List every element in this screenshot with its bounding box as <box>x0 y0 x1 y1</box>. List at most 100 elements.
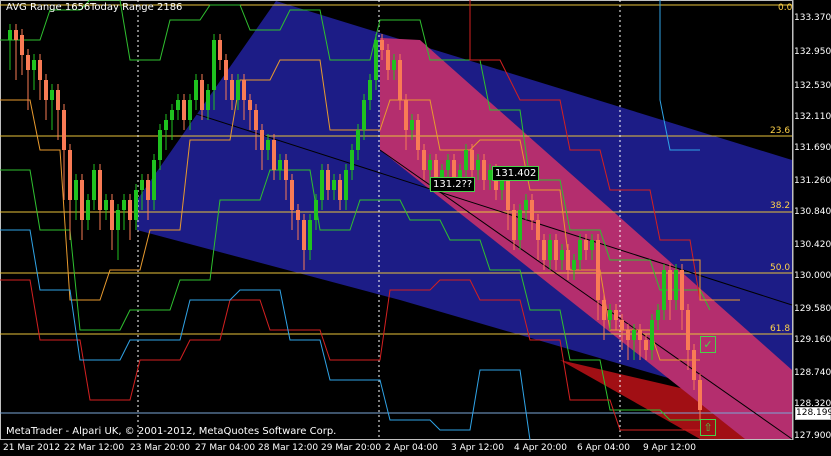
fibo-level-label: 0.0 <box>778 3 793 13</box>
price-axis-label: 133.370 <box>794 13 831 23</box>
price-axis-label: 129.580 <box>794 304 831 314</box>
candle-body <box>170 110 174 120</box>
candle-body <box>98 170 102 210</box>
price-axis-label: 131.260 <box>794 176 831 186</box>
candle-body <box>482 160 486 180</box>
chart-window[interactable]: AVG Range 1656 Today Range 2186 133.370 … <box>0 0 831 456</box>
candle-body <box>668 270 672 300</box>
candle-body <box>518 210 522 240</box>
price-chart-canvas[interactable] <box>0 0 831 456</box>
candle-body <box>38 60 42 80</box>
candle-body <box>308 220 312 250</box>
fibo-level-label: 50.0 <box>770 263 791 273</box>
candle-body <box>26 55 30 70</box>
candle-body <box>674 270 678 300</box>
candle-body <box>146 180 150 200</box>
candle-body <box>386 50 390 70</box>
time-axis-label: 22 Mar 12:00 <box>64 443 125 453</box>
candle-body <box>158 130 162 160</box>
candle-body <box>692 350 696 380</box>
candle-body <box>530 200 534 220</box>
candle-body <box>614 310 618 320</box>
candle-body <box>296 210 300 220</box>
candle-body <box>608 310 612 320</box>
candle-body <box>8 30 12 40</box>
candle-body <box>380 40 384 50</box>
candle-body <box>134 190 138 220</box>
price-axis-label: 130.420 <box>794 240 831 250</box>
candle-body <box>218 40 222 60</box>
candle-body <box>572 260 576 270</box>
candle-body <box>266 140 270 150</box>
candle-body <box>56 90 60 110</box>
price-axis-label: 132.530 <box>794 81 831 91</box>
candle-body <box>446 160 450 170</box>
check-icon[interactable]: ✓ <box>700 336 716 353</box>
price-axis-label: 128.740 <box>794 368 831 378</box>
candle-body <box>50 90 54 100</box>
time-axis-label: 2 Apr 04:00 <box>385 443 438 453</box>
candle-body <box>188 100 192 120</box>
candle-body <box>374 40 378 80</box>
candle-body <box>332 180 336 190</box>
price-label-box[interactable]: 131.2?? <box>430 177 476 192</box>
time-axis-label: 27 Mar 04:00 <box>195 443 256 453</box>
fibo-level-label: 38.2 <box>770 201 791 211</box>
candle-body <box>212 40 216 90</box>
candle-body <box>596 240 600 300</box>
candle-body <box>74 180 78 200</box>
time-axis-label: 29 Mar 20:00 <box>321 443 382 453</box>
candle-body <box>14 30 18 40</box>
candle-body <box>560 250 564 260</box>
candle-body <box>230 80 234 100</box>
candle-body <box>554 240 558 260</box>
candle-body <box>368 80 372 100</box>
candle-body <box>122 200 126 210</box>
price-axis-label: 131.690 <box>794 143 831 153</box>
candle-body <box>164 120 168 130</box>
candle-body <box>686 310 690 350</box>
candle-body <box>104 200 108 210</box>
candle-body <box>260 130 264 150</box>
candle-body <box>236 80 240 100</box>
candle-body <box>404 100 408 130</box>
fibo-level-label: 61.8 <box>770 324 791 334</box>
candle-body <box>326 170 330 190</box>
candle-body <box>578 240 582 260</box>
candle-body <box>548 240 552 260</box>
candle-body <box>344 170 348 200</box>
time-axis-label: 28 Mar 12:00 <box>258 443 319 453</box>
candle-body <box>650 320 654 350</box>
candle-body <box>584 240 588 250</box>
candle-body <box>110 200 114 230</box>
today-range-label: Today Range 2186 <box>90 2 183 13</box>
candle-body <box>410 120 414 130</box>
price-axis-label: 129.160 <box>794 335 831 345</box>
candle-body <box>542 240 546 260</box>
candle-body <box>32 60 36 70</box>
candle-body <box>320 170 324 200</box>
time-axis-label: 23 Mar 20:00 <box>130 443 191 453</box>
candle-body <box>644 340 648 350</box>
candle-body <box>128 200 132 220</box>
candle-body <box>272 140 276 170</box>
time-axis-label: 3 Apr 12:00 <box>451 443 504 453</box>
arrow-up-icon[interactable]: ⇧ <box>700 419 716 436</box>
candle-body <box>68 150 72 200</box>
candle-body <box>656 310 660 320</box>
price-axis-label: 127.900 <box>794 431 831 441</box>
candle-body <box>428 160 432 170</box>
candle-body <box>662 270 666 310</box>
candle-body <box>422 150 426 170</box>
candle-body <box>416 120 420 150</box>
time-axis-label: 21 Mar 2012 <box>3 443 61 453</box>
candle-body <box>632 330 636 340</box>
candle-body <box>476 160 480 170</box>
time-axis-label: 6 Apr 04:00 <box>577 443 630 453</box>
candle-body <box>506 180 510 210</box>
candle-body <box>698 380 702 410</box>
candle-body <box>464 150 468 170</box>
candle-body <box>182 100 186 120</box>
candle-body <box>20 35 24 55</box>
price-label-box[interactable]: 131.402 <box>492 166 540 181</box>
